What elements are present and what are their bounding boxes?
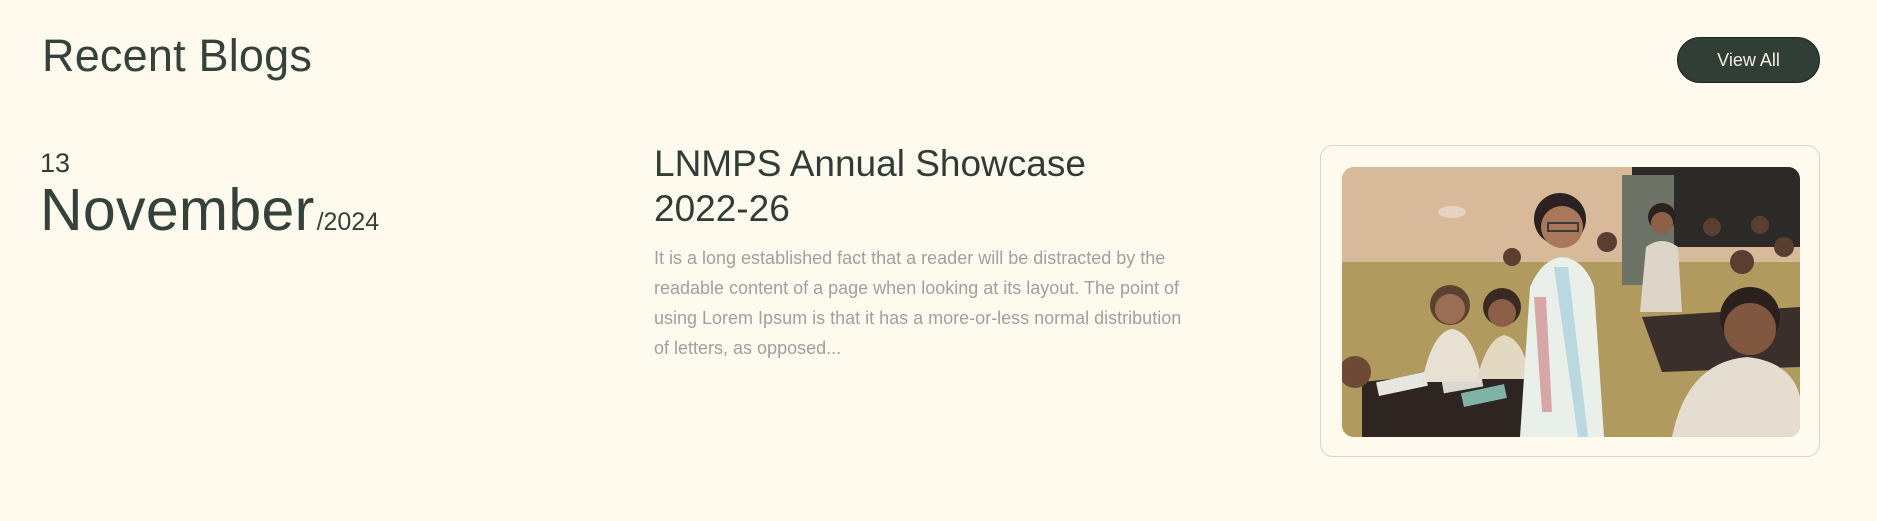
post-date-line: November/2024 <box>40 178 379 242</box>
post-title[interactable]: LNMPS Annual Showcase 2022-26 <box>654 141 1134 231</box>
post-excerpt: It is a long established fact that a rea… <box>654 248 1182 358</box>
post-date-day: 13 <box>40 148 71 178</box>
post-image-card[interactable] <box>1320 145 1820 457</box>
section-title: Recent Blogs <box>42 30 313 81</box>
classroom-photo[interactable] <box>1342 167 1800 437</box>
post-date-year: /2024 <box>316 208 380 236</box>
post-date-month: November <box>40 177 315 243</box>
view-all-button[interactable]: View All <box>1677 37 1820 83</box>
